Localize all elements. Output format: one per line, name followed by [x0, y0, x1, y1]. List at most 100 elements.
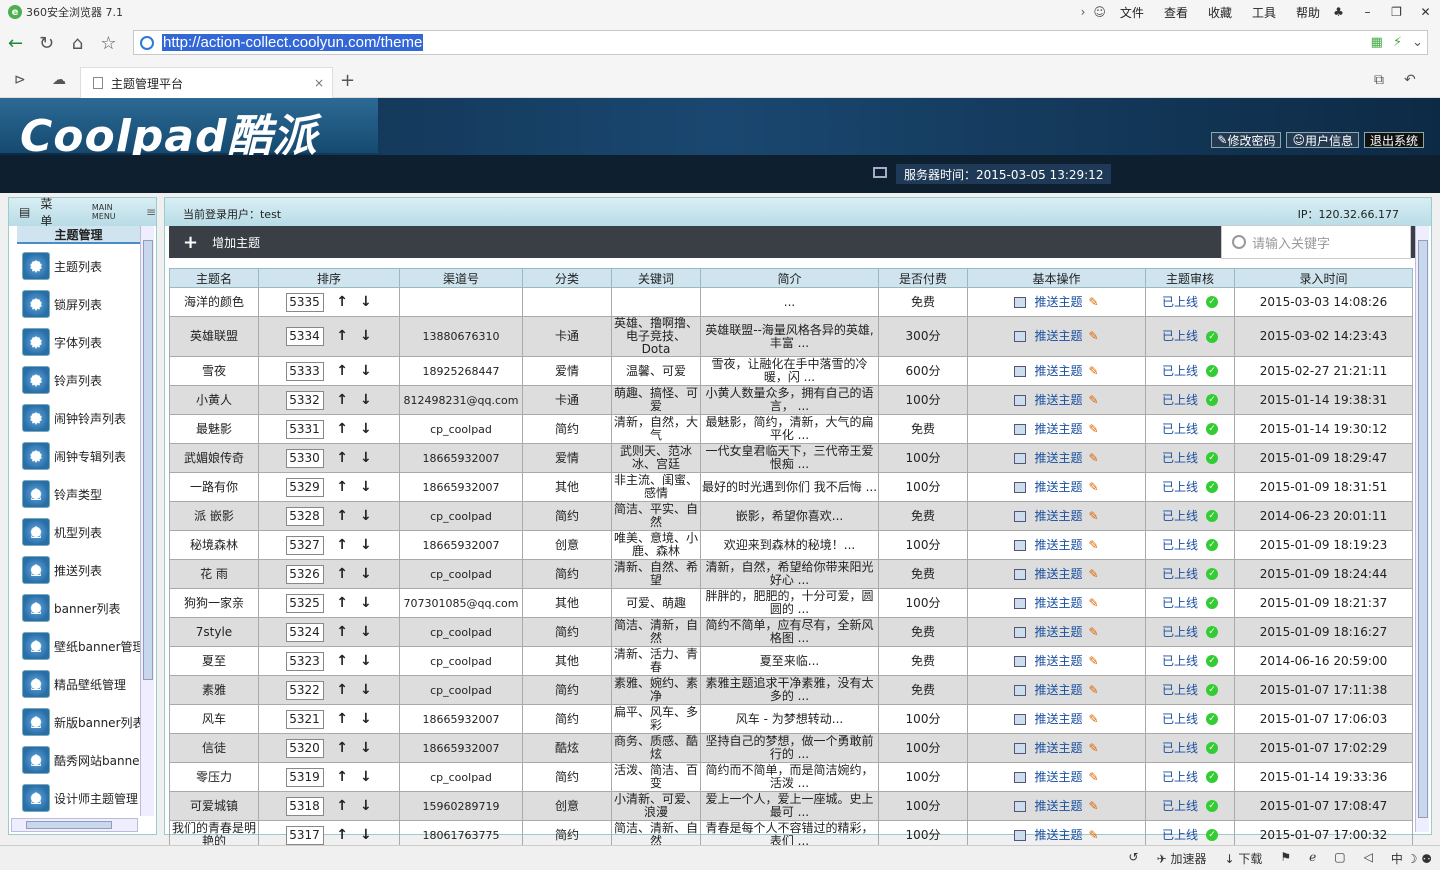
logout-button[interactable]: 退出系统: [1363, 132, 1424, 148]
arrow-up-icon[interactable]: ↑: [336, 422, 348, 436]
url-input[interactable]: http://action-collect.coolyun.com/theme …: [133, 30, 1428, 55]
arrow-up-icon[interactable]: ↑: [336, 480, 348, 494]
sidebar-item-banner-list[interactable]: ♙ banner列表: [22, 592, 121, 624]
sidebar-item-ringtone-type[interactable]: ♙ 铃声类型: [22, 478, 102, 510]
tab-close-icon[interactable]: ×: [314, 76, 324, 90]
list-icon[interactable]: ≡: [146, 205, 156, 219]
status-online[interactable]: 已上线: [1162, 799, 1198, 813]
change-password-button[interactable]: ✎ 修改密码: [1211, 132, 1282, 148]
pencil-icon[interactable]: ✎: [1088, 295, 1098, 309]
sidebar-item-alarm-ringtone-list[interactable]: ⚙ 闹钟铃声列表: [22, 402, 126, 434]
tab-theme-management[interactable]: 主题管理平台 ×: [80, 67, 333, 98]
search-input[interactable]: 请输入关键字: [1221, 225, 1411, 259]
arrow-down-icon[interactable]: ↓: [360, 364, 372, 378]
edit-icon[interactable]: [1014, 800, 1027, 812]
sidebar-item-ringtone-list[interactable]: ⚙ 铃声列表: [22, 364, 102, 396]
maximize-icon[interactable]: ❐: [1382, 0, 1411, 24]
url-text[interactable]: http://action-collect.coolyun.com/theme: [162, 34, 424, 51]
arrow-down-icon[interactable]: ↓: [360, 712, 372, 726]
scrollbar-thumb[interactable]: [1418, 240, 1428, 818]
chevron-right-icon[interactable]: ›: [1077, 5, 1090, 19]
pencil-icon[interactable]: ✎: [1088, 828, 1098, 842]
edit-icon[interactable]: [1014, 539, 1027, 551]
user-info-button[interactable]: ☺ 用户信息: [1286, 132, 1359, 148]
edit-icon[interactable]: [1014, 829, 1027, 841]
home-icon[interactable]: ⌂: [62, 24, 93, 62]
skin-icon[interactable]: ♣: [1324, 0, 1353, 24]
arrow-up-icon[interactable]: ↑: [336, 625, 348, 639]
lightning-icon[interactable]: ⚡: [1393, 35, 1402, 50]
order-input[interactable]: 5333: [286, 361, 325, 381]
arrow-up-icon[interactable]: ↑: [336, 828, 348, 842]
menu-view[interactable]: 查看: [1154, 4, 1198, 21]
add-theme-button[interactable]: + 增加主题: [183, 232, 260, 253]
order-input[interactable]: 5318: [286, 796, 325, 816]
edit-icon[interactable]: [1014, 510, 1027, 522]
arrow-down-icon[interactable]: ↓: [360, 770, 372, 784]
arrow-down-icon[interactable]: ↓: [360, 329, 372, 343]
ie-icon[interactable]: ℯ: [1309, 850, 1316, 867]
edit-icon[interactable]: [1014, 655, 1027, 667]
status-online[interactable]: 已上线: [1162, 480, 1198, 494]
pencil-icon[interactable]: ✎: [1088, 330, 1098, 343]
menu-favorites[interactable]: 收藏: [1198, 4, 1242, 21]
push-theme-link[interactable]: 推送主题: [1034, 654, 1082, 668]
scrollbar-thumb[interactable]: [143, 240, 153, 680]
sidebar-item-wallpaper-banner[interactable]: ♙ 壁纸banner管理: [22, 630, 145, 662]
order-input[interactable]: 5319: [286, 767, 325, 787]
arrow-up-icon[interactable]: ↑: [336, 509, 348, 523]
arrow-down-icon[interactable]: ↓: [360, 393, 372, 407]
order-input[interactable]: 5324: [286, 622, 325, 642]
restore-tabs-icon[interactable]: ⧉: [1374, 72, 1384, 88]
edit-icon[interactable]: [1014, 713, 1027, 725]
sidebar-item-designer-theme[interactable]: ♙ 设计师主题管理: [22, 782, 138, 814]
status-online[interactable]: 已上线: [1162, 393, 1198, 407]
status-online[interactable]: 已上线: [1162, 596, 1198, 610]
order-input[interactable]: 5332: [286, 390, 325, 410]
push-theme-link[interactable]: 推送主题: [1034, 295, 1082, 309]
refresh-status-icon[interactable]: ↺: [1129, 850, 1139, 867]
sidebar-item-theme-list[interactable]: ⚙ 主题列表: [22, 250, 102, 282]
sidebar-item-font-list[interactable]: ⚙ 字体列表: [22, 326, 102, 358]
sidebar-horizontal-scrollbar[interactable]: [11, 818, 138, 832]
arrow-up-icon[interactable]: ↑: [336, 329, 348, 343]
order-input[interactable]: 5322: [286, 680, 325, 700]
arrow-down-icon[interactable]: ↓: [360, 799, 372, 813]
arrow-down-icon[interactable]: ↓: [360, 683, 372, 697]
push-theme-link[interactable]: 推送主题: [1034, 509, 1082, 523]
edit-icon[interactable]: [1014, 742, 1027, 754]
status-online[interactable]: 已上线: [1162, 625, 1198, 639]
edit-icon[interactable]: [1014, 568, 1027, 580]
order-input[interactable]: 5325: [286, 593, 325, 613]
arrow-up-icon[interactable]: ↑: [336, 712, 348, 726]
pencil-icon[interactable]: ✎: [1088, 364, 1098, 378]
pencil-icon[interactable]: ✎: [1088, 625, 1098, 639]
arrow-down-icon[interactable]: ↓: [360, 741, 372, 755]
qr-icon[interactable]: ▦: [1371, 35, 1383, 50]
pencil-icon[interactable]: ✎: [1088, 596, 1098, 610]
arrow-down-icon[interactable]: ↓: [360, 538, 372, 552]
refresh-icon[interactable]: ↻: [31, 24, 62, 62]
edit-icon[interactable]: [1014, 296, 1027, 308]
status-online[interactable]: 已上线: [1162, 567, 1198, 581]
download-button[interactable]: ↓ 下载: [1224, 850, 1262, 867]
order-input[interactable]: 5331: [286, 419, 325, 439]
push-theme-link[interactable]: 推送主题: [1034, 596, 1082, 610]
status-online[interactable]: 已上线: [1162, 509, 1198, 523]
push-theme-link[interactable]: 推送主题: [1034, 567, 1082, 581]
edit-icon[interactable]: [1014, 684, 1027, 696]
push-theme-link[interactable]: 推送主题: [1034, 625, 1082, 639]
status-online[interactable]: 已上线: [1162, 712, 1198, 726]
new-tab-icon[interactable]: +: [340, 70, 355, 91]
window-icon[interactable]: ▢: [1334, 850, 1345, 867]
push-theme-link[interactable]: 推送主题: [1034, 770, 1082, 784]
arrow-down-icon[interactable]: ↓: [360, 596, 372, 610]
order-input[interactable]: 5321: [286, 709, 325, 729]
push-theme-link[interactable]: 推送主题: [1034, 480, 1082, 494]
order-input[interactable]: 5317: [286, 825, 325, 845]
arrow-up-icon[interactable]: ↑: [336, 538, 348, 552]
undo-icon[interactable]: ↶: [1404, 72, 1416, 88]
dropdown-icon[interactable]: ⌄: [1412, 35, 1423, 50]
status-online[interactable]: 已上线: [1162, 538, 1198, 552]
edit-icon[interactable]: [1014, 423, 1027, 435]
